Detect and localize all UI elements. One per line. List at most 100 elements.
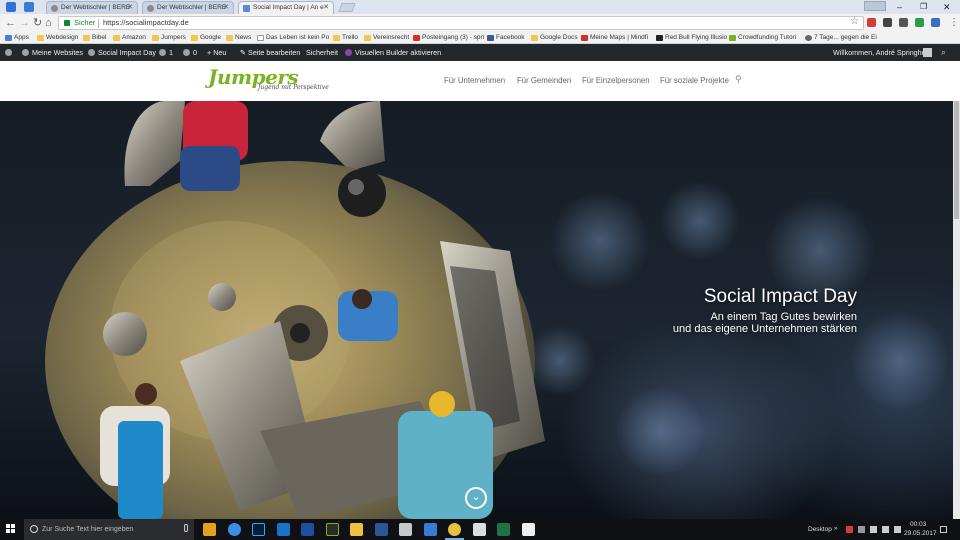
chevron-down-icon: ⌄ [471, 491, 481, 503]
clock-time[interactable]: 00:03 [910, 521, 926, 528]
avatar[interactable] [923, 48, 932, 57]
star-icon[interactable]: ☆ [850, 16, 859, 27]
bookmark-link[interactable]: Meine Maps | Mindfi [581, 33, 648, 43]
bookmark-folder[interactable]: News [226, 33, 251, 43]
word-icon[interactable] [375, 523, 388, 536]
new-tab-button[interactable] [338, 3, 356, 12]
bookmark-link[interactable]: Red Bull Flying Illusio [656, 33, 727, 43]
folder-icon [37, 35, 44, 41]
extension-icon[interactable] [867, 18, 876, 27]
browser-tab[interactable]: Der Webtischler | BERE ✕ [46, 1, 138, 14]
excel-icon[interactable] [497, 523, 510, 536]
tray-app-icon[interactable] [858, 526, 865, 533]
microphone-icon[interactable] [184, 524, 188, 532]
comments-button[interactable]: 0 [183, 44, 197, 61]
bookmark-folder[interactable]: Google Docs [531, 33, 578, 43]
reload-icon[interactable]: ↻ [33, 16, 42, 30]
extension-icon[interactable] [931, 18, 940, 27]
app-icon[interactable] [399, 523, 412, 536]
bookmark-link[interactable]: Facebook [487, 33, 525, 43]
updates-button[interactable]: 1 [159, 44, 173, 61]
tab-label: Der Webtischler | BERE [157, 4, 227, 11]
globe-icon [147, 5, 154, 12]
bookmark-folder[interactable]: Trello [333, 33, 358, 43]
extension-icon[interactable] [899, 18, 908, 27]
chrome-icon[interactable] [445, 523, 464, 540]
scroll-down-button[interactable]: ⌄ [465, 487, 487, 509]
maximize-icon[interactable]: ❐ [920, 0, 927, 14]
divi-icon [345, 49, 352, 56]
bookmark-link[interactable]: Posteingang (3) - spri [413, 33, 484, 43]
back-icon[interactable]: ← [5, 16, 16, 30]
folder-icon [531, 35, 538, 41]
edit-page-link[interactable]: ✎ Seite bearbeiten [240, 44, 300, 61]
notepad-icon[interactable] [522, 523, 535, 536]
site-name-menu[interactable]: Social Impact Day [88, 44, 156, 61]
keyboard-icon[interactable] [894, 526, 901, 533]
browser-app-icon[interactable] [228, 523, 241, 536]
menu-icon[interactable]: ⋮ [949, 17, 959, 28]
extension-icon[interactable] [883, 18, 892, 27]
nav-item-unternehmen[interactable]: Für Unternehmen [444, 76, 505, 85]
bookmark-link[interactable]: Das Leben ist kein Po [257, 33, 329, 43]
network-icon[interactable] [870, 526, 877, 533]
page-scrollbar[interactable] [953, 101, 960, 519]
page-icon [243, 5, 250, 12]
new-content-menu[interactable]: + Neu [207, 44, 226, 61]
home-icon[interactable]: ⌂ [45, 16, 52, 30]
taskbar-search-box[interactable]: Zur Suche Text hier eingeben [24, 519, 194, 540]
bookmark-folder[interactable]: Google [191, 33, 221, 43]
page-icon [805, 35, 812, 41]
browser-tab-active[interactable]: Social Impact Day | An e ✕ [238, 1, 334, 14]
nav-item-soziale-projekte[interactable]: Für soziale Projekte [660, 76, 729, 85]
app-icon[interactable] [473, 523, 486, 536]
windows-start-icon[interactable] [6, 524, 16, 534]
address-bar[interactable]: Sicher https://socialimpactday.de [58, 16, 864, 30]
wordpress-icon[interactable] [5, 44, 12, 61]
app-icon[interactable] [301, 523, 314, 536]
clock-date[interactable]: 29.05.2017 [904, 530, 937, 537]
visual-builder-link[interactable]: Visuellen Builder aktivieren [345, 44, 441, 61]
tray-app-icon[interactable] [846, 526, 853, 533]
bookmark-folder[interactable]: Jumpers [152, 33, 186, 43]
apps-icon [5, 35, 12, 41]
close-tab-icon[interactable]: ✕ [127, 3, 133, 11]
extension-icon[interactable] [915, 18, 924, 27]
wp-admin-bar: Meine Websites Social Impact Day 1 0 + N… [0, 44, 960, 61]
notification-icon[interactable] [940, 526, 947, 533]
app-icon[interactable] [24, 2, 34, 12]
app-icon[interactable] [326, 523, 339, 536]
close-tab-icon[interactable]: ✕ [323, 3, 329, 11]
app-icon[interactable] [6, 2, 16, 12]
photoshop-icon[interactable] [252, 523, 265, 536]
my-sites-menu[interactable]: Meine Websites [22, 44, 83, 61]
bookmark-link[interactable]: 7 Tage... gegen die Ei [805, 33, 877, 43]
scrollbar-thumb[interactable] [954, 101, 959, 219]
bookmark-link[interactable]: Crowdfunding Tutori [729, 33, 796, 43]
browser-tab[interactable]: Der Webtischler | BERE ✕ [142, 1, 234, 14]
nav-item-gemeinden[interactable]: Für Gemeinden [517, 76, 571, 85]
desktop-toolbar-label[interactable]: Desktop [808, 526, 832, 533]
app-icon[interactable] [424, 523, 437, 536]
forward-icon[interactable]: → [19, 16, 30, 30]
bookmark-apps[interactable]: Apps [5, 33, 29, 43]
search-icon[interactable]: ⌕ [941, 47, 946, 58]
bookmark-folder[interactable]: Vereinsrecht [364, 33, 409, 43]
search-icon[interactable]: ⚲ [735, 74, 742, 85]
file-explorer-icon[interactable] [350, 523, 363, 536]
chevron-up-icon[interactable]: » [834, 525, 838, 532]
security-menu[interactable]: Sicherheit [306, 44, 338, 61]
minimize-icon[interactable]: – [897, 0, 902, 14]
profile-badge[interactable] [864, 1, 886, 11]
nav-item-einzelpersonen[interactable]: Für Einzelpersonen [582, 76, 650, 85]
bookmark-folder[interactable]: Amazon [113, 33, 146, 43]
app-icon[interactable] [277, 523, 290, 536]
close-window-icon[interactable]: ✕ [943, 0, 951, 14]
volume-icon[interactable] [882, 526, 889, 533]
account-menu[interactable]: Willkommen, André Springhut [833, 44, 928, 61]
bookmark-folder[interactable]: Bibel [83, 33, 106, 43]
url-text[interactable]: https://socialimpactday.de [103, 18, 189, 27]
close-tab-icon[interactable]: ✕ [223, 3, 229, 11]
calendar-app-icon[interactable] [203, 523, 216, 536]
bookmark-folder[interactable]: Webdesign [37, 33, 78, 43]
